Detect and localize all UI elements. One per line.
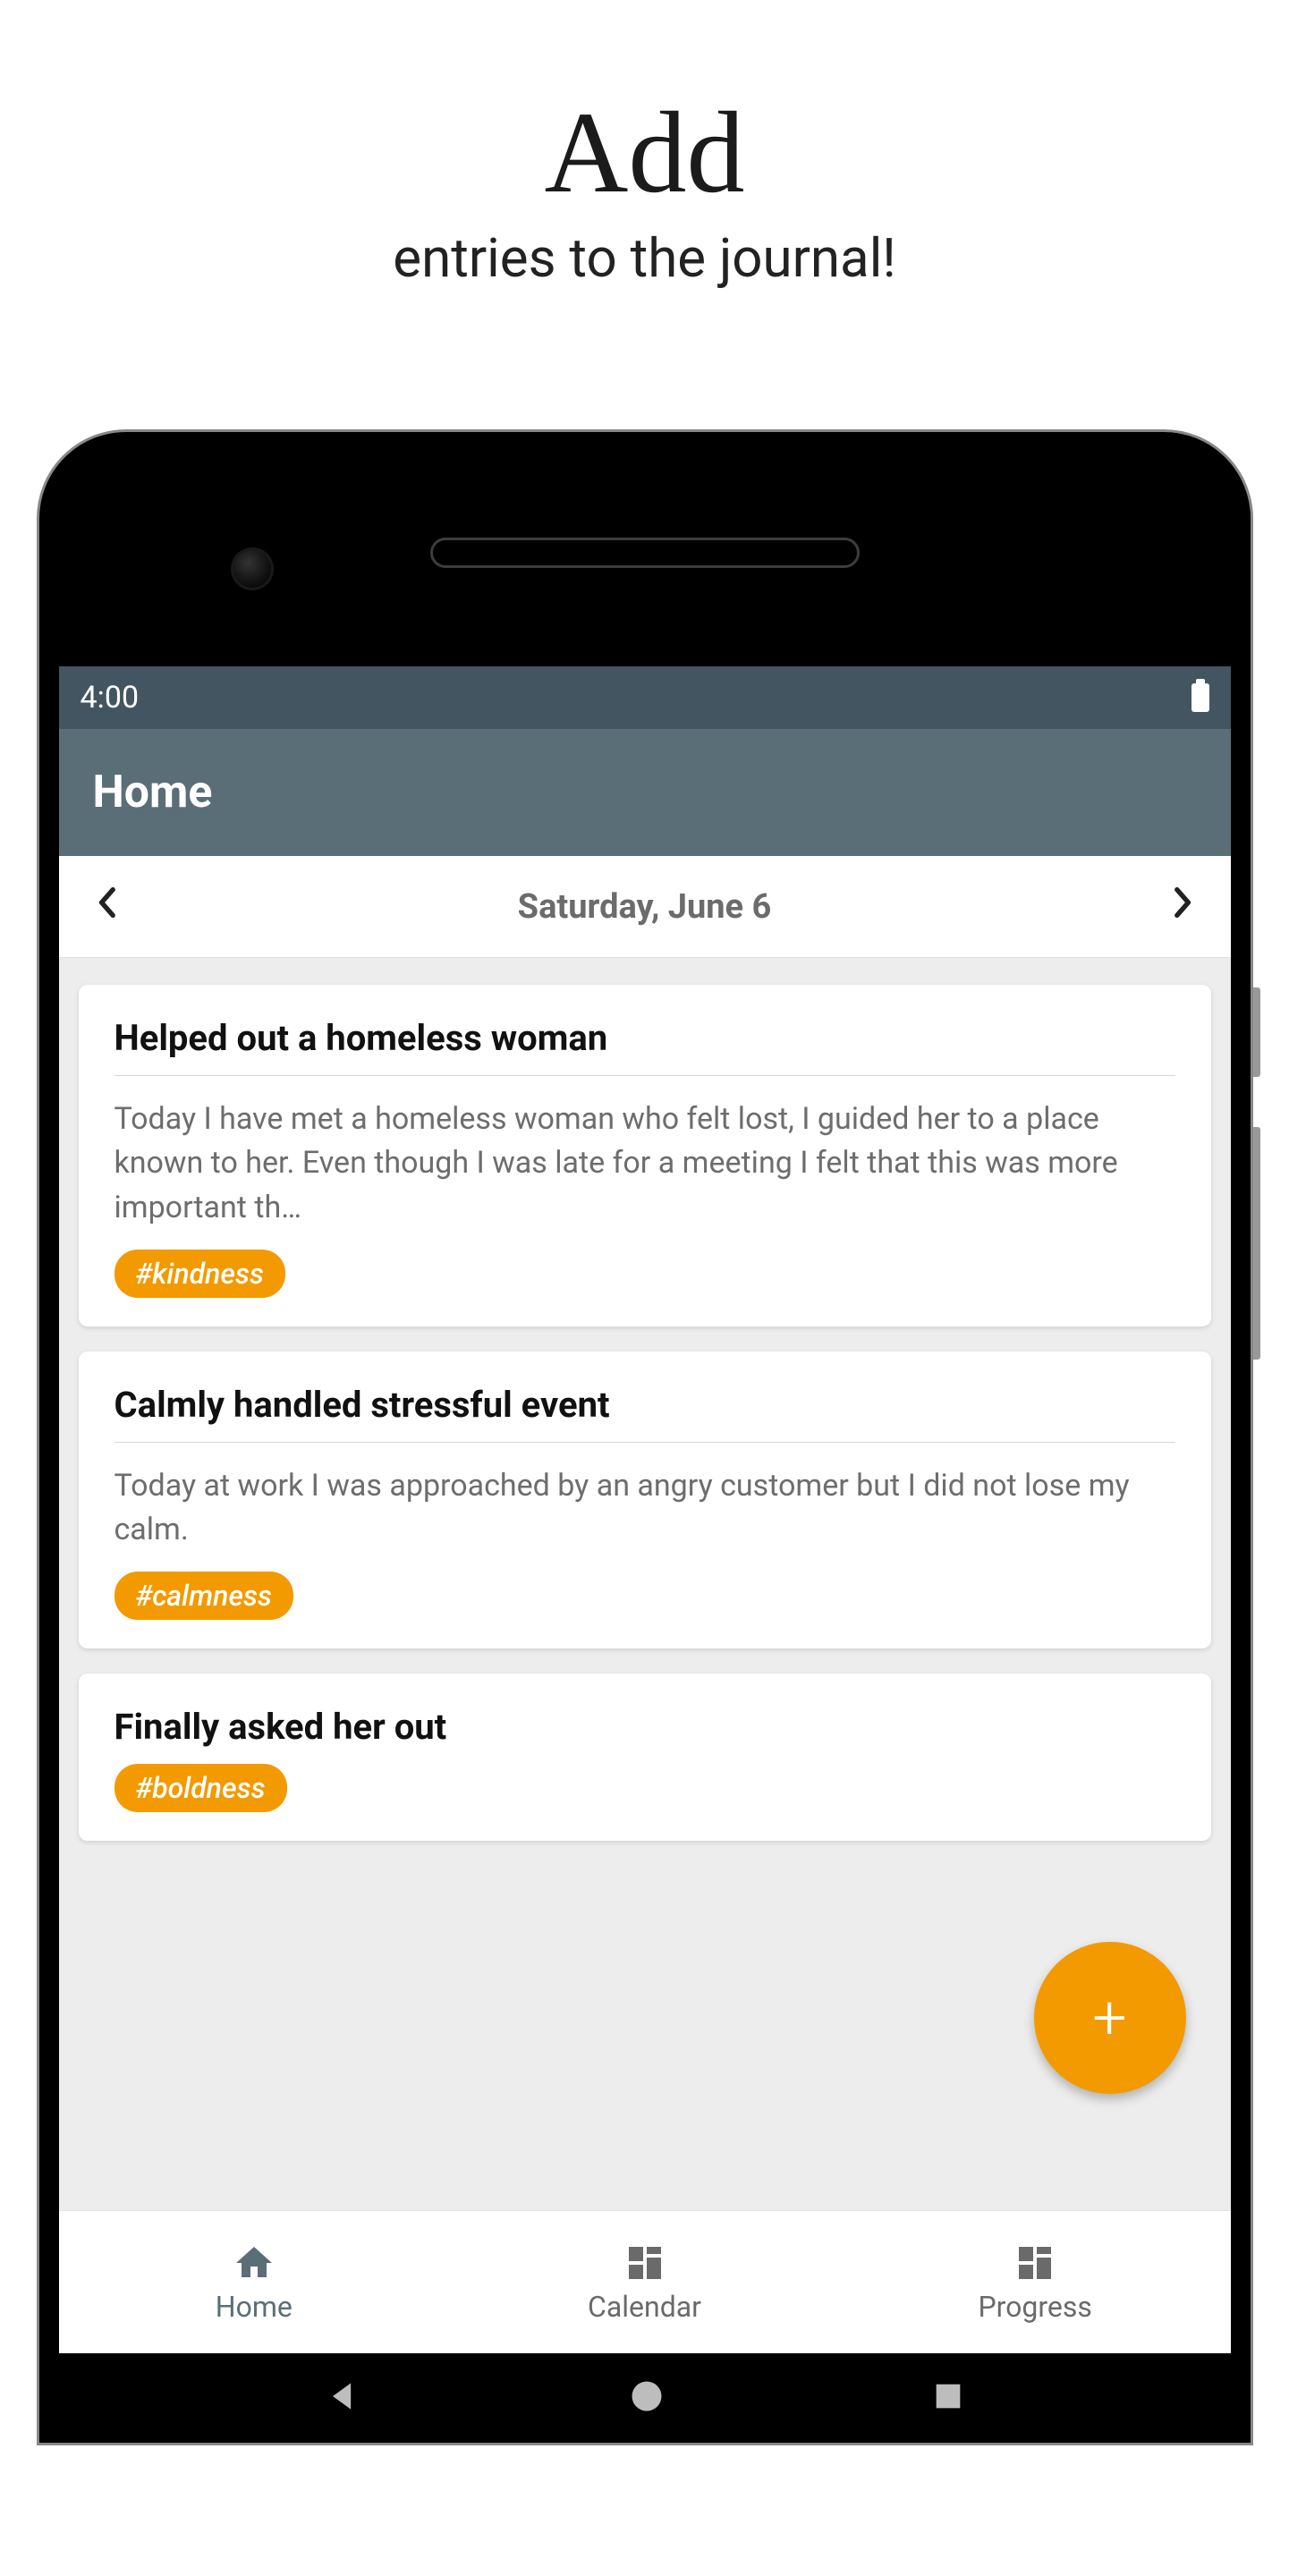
divider xyxy=(114,1442,1175,1443)
promo-banner: Add entries to the journal! xyxy=(0,0,1289,290)
add-entry-button[interactable]: + xyxy=(1034,1942,1186,2094)
entry-body: Today at work I was approached by an ang… xyxy=(114,1464,1175,1553)
android-recents-button[interactable] xyxy=(930,2378,966,2418)
promo-title: Add xyxy=(0,89,1289,217)
android-back-button[interactable] xyxy=(323,2377,362,2419)
android-nav-bar xyxy=(59,2353,1231,2443)
nav-label: Home xyxy=(216,2290,293,2324)
prev-day-button[interactable] xyxy=(86,879,127,934)
dashboard-icon xyxy=(623,2241,666,2284)
journal-entry[interactable]: Finally asked her out #boldness xyxy=(79,1674,1211,1841)
journal-entry[interactable]: Calmly handled stressful event Today at … xyxy=(79,1352,1211,1649)
phone-side-button xyxy=(1253,987,1260,1077)
chevron-right-icon xyxy=(1174,886,1193,919)
entries-list: Helped out a homeless woman Today I have… xyxy=(59,958,1231,2210)
home-icon xyxy=(233,2241,276,2284)
next-day-button[interactable] xyxy=(1163,879,1204,934)
dashboard-icon xyxy=(1013,2241,1056,2284)
current-date: Saturday, June 6 xyxy=(518,887,772,927)
promo-subtitle: entries to the journal! xyxy=(0,226,1289,290)
phone-hardware-area xyxy=(59,452,1231,666)
journal-entry[interactable]: Helped out a homeless woman Today I have… xyxy=(79,985,1211,1326)
battery-icon xyxy=(1191,683,1209,712)
plus-icon: + xyxy=(1092,1982,1126,2054)
circle-home-icon xyxy=(627,2377,666,2416)
nav-label: Calendar xyxy=(588,2290,701,2324)
status-bar: 4:00 xyxy=(59,666,1231,729)
phone-frame: 4:00 Home Saturday, June 6 Helped out a … xyxy=(37,429,1253,2445)
triangle-back-icon xyxy=(323,2377,362,2416)
chevron-left-icon xyxy=(97,886,116,919)
phone-volume-button xyxy=(1253,1127,1260,1360)
android-home-button[interactable] xyxy=(627,2377,666,2419)
entry-title: Calmly handled stressful event xyxy=(114,1384,1175,1426)
entry-tag[interactable]: #calmness xyxy=(114,1572,293,1620)
entry-title: Helped out a homeless woman xyxy=(114,1017,1175,1059)
phone-camera xyxy=(233,550,271,588)
nav-calendar[interactable]: Calendar xyxy=(449,2211,840,2353)
page-title: Home xyxy=(93,767,1197,818)
date-navigator: Saturday, June 6 xyxy=(59,856,1231,958)
entry-tag[interactable]: #kindness xyxy=(114,1250,285,1298)
bottom-nav: Home Calendar Progress xyxy=(59,2210,1231,2353)
entry-tag[interactable]: #boldness xyxy=(114,1764,287,1812)
entry-body: Today I have met a homeless woman who fe… xyxy=(114,1097,1175,1230)
nav-progress[interactable]: Progress xyxy=(840,2211,1231,2353)
divider xyxy=(114,1075,1175,1076)
entry-title: Finally asked her out xyxy=(114,1706,1175,1748)
square-recents-icon xyxy=(930,2378,966,2414)
status-time: 4:00 xyxy=(81,680,140,716)
phone-speaker xyxy=(430,538,860,568)
app-header: Home xyxy=(59,729,1231,856)
nav-home[interactable]: Home xyxy=(59,2211,450,2353)
nav-label: Progress xyxy=(978,2290,1091,2324)
